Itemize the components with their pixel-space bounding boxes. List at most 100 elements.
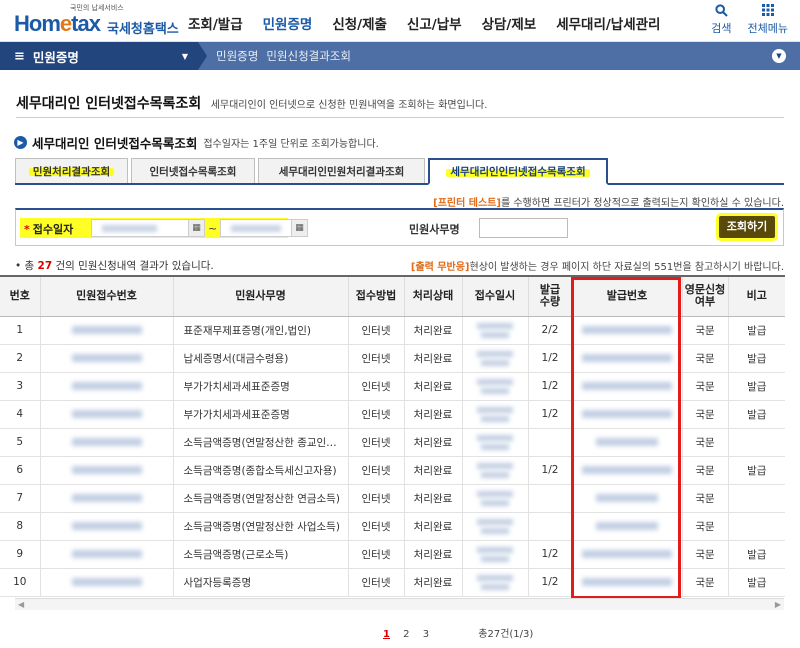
cell-english: 국문 — [681, 428, 728, 457]
cell-note[interactable]: 발급 — [727, 316, 785, 345]
breadcrumb-item-current[interactable]: 민원신청결과조회 — [266, 48, 351, 64]
cell-receipt-no[interactable] — [39, 344, 173, 373]
col-header-receipt-date: 접수일시 — [461, 275, 528, 317]
page-link[interactable]: 3 — [423, 629, 429, 640]
all-menu-button[interactable]: 전체메뉴 — [748, 4, 788, 36]
table-row[interactable]: 5 소득금액증명(연말정산한 종교인… 인터넷 처리완료 국문 — [0, 428, 785, 457]
cell-receipt-no[interactable] — [39, 400, 173, 429]
col-header-method: 접수방법 — [347, 275, 404, 317]
tab-agent-internet-receipt-label: 세무대리인인터넷접수목록조회 — [450, 166, 586, 178]
cell-receipt-no[interactable] — [39, 540, 173, 569]
cell-receipt-no[interactable] — [39, 512, 173, 541]
scroll-right-icon[interactable]: ▶ — [775, 599, 781, 610]
table-row[interactable]: 6 소득금액증명(종합소득세신고자용) 인터넷 처리완료 1/2 국문 발급 — [0, 456, 785, 485]
cell-civil-name: 소득금액증명(연말정산한 사업소득) — [172, 512, 348, 541]
chevron-down-icon[interactable]: ▼ — [772, 49, 786, 63]
cell-qty: 1/2 — [527, 456, 572, 485]
cell-no: 4 — [0, 400, 40, 429]
arrow-right-icon: ▶ — [14, 136, 27, 149]
gnb-item-tax-agent[interactable]: 세무대리/납세관리 — [556, 13, 660, 33]
civil-name-label: 민원사무명 — [409, 223, 460, 236]
tab-internet-receipt-label: 인터넷접수목록조회 — [149, 165, 237, 178]
cell-receipt-no[interactable] — [39, 568, 173, 597]
cell-note[interactable]: 발급 — [727, 568, 785, 597]
col-header-no: 번호 — [0, 275, 40, 317]
gnb-item-application[interactable]: 신청/제출 — [332, 13, 387, 33]
gnb-item-filing-payment[interactable]: 신고/납부 — [407, 13, 462, 33]
menu-dropdown[interactable]: ≡ 민원증명 ▼ — [0, 42, 198, 70]
table-row[interactable]: 1 표준재무제표증명(개인,법인) 인터넷 처리완료 2/2 국문 발급 — [0, 316, 785, 345]
search-submit-button[interactable]: 조회하기 — [719, 216, 775, 238]
cell-receipt-date — [461, 456, 528, 485]
tab-agent-internet-receipt[interactable]: 세무대리인인터넷접수목록조회 — [428, 158, 608, 185]
cell-no: 2 — [0, 344, 40, 373]
page-description: 세무대리인이 인터넷으로 신청한 민원내역을 조회하는 화면입니다. — [210, 100, 488, 111]
col-header-qty: 발급 수량 — [527, 275, 572, 317]
gnb-item-civil-certificate[interactable]: 민원증명 — [263, 13, 313, 33]
cell-issue-no[interactable] — [571, 344, 682, 373]
table-row[interactable]: 2 납세증명서(대금수령용) 인터넷 처리완료 1/2 국문 발급 — [0, 344, 785, 373]
cell-note[interactable]: 발급 — [727, 372, 785, 401]
date-label: * 접수일자 — [24, 223, 74, 236]
cell-receipt-no[interactable] — [39, 372, 173, 401]
start-date-input[interactable]: ▦ — [91, 219, 205, 237]
cell-issue-no[interactable] — [571, 316, 682, 345]
table-row[interactable]: 3 부가가치세과세표준증명 인터넷 처리완료 1/2 국문 발급 — [0, 372, 785, 401]
cell-civil-name: 소득금액증명(연말정산한 종교인… — [172, 428, 348, 457]
page-current[interactable]: 1 — [383, 629, 390, 640]
cell-note[interactable]: 발급 — [727, 456, 785, 485]
col-header-issue-no: 발급번호 — [571, 275, 682, 317]
civil-name-input[interactable] — [479, 218, 568, 238]
cell-note[interactable]: 발급 — [727, 400, 785, 429]
end-date-input[interactable]: ▦ — [220, 219, 308, 237]
cell-issue-no[interactable] — [571, 540, 682, 569]
cell-method: 인터넷 — [347, 400, 404, 429]
cell-receipt-no[interactable] — [39, 316, 173, 345]
search-label: 검색 — [711, 22, 732, 35]
cell-receipt-no[interactable] — [39, 428, 173, 457]
cell-english: 국문 — [681, 316, 728, 345]
table-row[interactable]: 7 소득금액증명(연말정산한 연금소득) 인터넷 처리완료 국문 — [0, 484, 785, 513]
utility-menu: 검색 전체메뉴 — [711, 4, 788, 36]
cell-receipt-no[interactable] — [39, 484, 173, 513]
cell-issue-no[interactable] — [571, 484, 682, 513]
table-row[interactable]: 4 부가가치세과세표준증명 인터넷 처리완료 1/2 국문 발급 — [0, 400, 785, 429]
cell-note[interactable]: 발급 — [727, 540, 785, 569]
tab-agent-civil-result[interactable]: 세무대리인민원처리결과조회 — [258, 158, 425, 183]
table-row[interactable]: 10 사업자등록증명 인터넷 처리완료 1/2 국문 발급 — [0, 568, 785, 597]
table-row[interactable]: 9 소득금액증명(근로소득) 인터넷 처리완료 1/2 국문 발급 — [0, 540, 785, 569]
hamburger-icon: ≡ — [14, 48, 25, 64]
cell-issue-no[interactable] — [571, 428, 682, 457]
gnb-item-inquiry[interactable]: 조회/발급 — [188, 13, 243, 33]
calendar-icon[interactable]: ▦ — [188, 220, 204, 236]
cell-receipt-no[interactable] — [39, 456, 173, 485]
print-issue-link[interactable]: [출력 무반응] — [411, 262, 470, 273]
cell-qty: 1/2 — [527, 344, 572, 373]
cell-issue-no[interactable] — [571, 400, 682, 429]
horizontal-scrollbar[interactable]: ◀ ▶ — [15, 598, 784, 610]
cell-issue-no[interactable] — [571, 512, 682, 541]
tab-civil-result[interactable]: 민원처리결과조회 — [15, 158, 128, 183]
cell-issue-no[interactable] — [571, 456, 682, 485]
cell-note[interactable]: 발급 — [727, 344, 785, 373]
calendar-icon[interactable]: ▦ — [291, 220, 307, 236]
cell-qty — [527, 512, 572, 541]
page-link[interactable]: 2 — [403, 629, 409, 640]
result-count-number: 27 — [37, 260, 53, 272]
cell-issue-no[interactable] — [571, 372, 682, 401]
search-button[interactable]: 검색 — [711, 4, 732, 36]
cell-qty: 1/2 — [527, 372, 572, 401]
cell-english: 국문 — [681, 484, 728, 513]
tab-internet-receipt[interactable]: 인터넷접수목록조회 — [131, 158, 255, 183]
cell-receipt-date — [461, 540, 528, 569]
cell-english: 국문 — [681, 512, 728, 541]
gnb-item-consult-report[interactable]: 상담/제보 — [482, 13, 537, 33]
scroll-left-icon[interactable]: ◀ — [18, 599, 24, 610]
breadcrumb-item[interactable]: 민원증명 — [216, 48, 258, 64]
cell-issue-no[interactable] — [571, 568, 682, 597]
tab-civil-result-label: 민원처리결과조회 — [32, 165, 111, 178]
cell-method: 인터넷 — [347, 512, 404, 541]
cell-method: 인터넷 — [347, 316, 404, 345]
cell-method: 인터넷 — [347, 484, 404, 513]
table-row[interactable]: 8 소득금액증명(연말정산한 사업소득) 인터넷 처리완료 국문 — [0, 512, 785, 541]
